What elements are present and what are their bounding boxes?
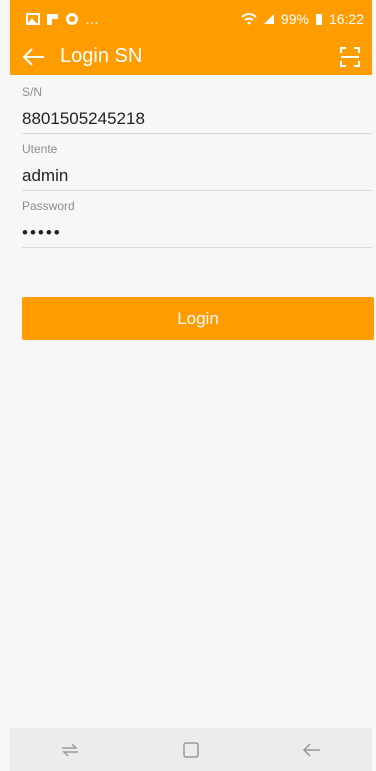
username-input[interactable]: admin [22, 162, 372, 190]
more-dots-icon: … [85, 11, 99, 27]
battery-percent: 99% [280, 11, 309, 27]
whatsapp-icon [66, 13, 78, 25]
username-field[interactable]: Utente admin [22, 142, 372, 191]
recent-apps-icon[interactable] [52, 736, 88, 764]
sn-label: S/N [22, 85, 43, 99]
android-nav-bar [10, 728, 372, 771]
username-label: Utente [22, 142, 58, 156]
page-title: Login SN [60, 45, 143, 67]
status-left-icons: … [26, 11, 99, 27]
sn-input[interactable]: 8801505245218 [22, 105, 372, 133]
back-icon[interactable] [294, 736, 330, 764]
status-right-icons: 99% 16:22 [241, 11, 364, 27]
sn-field[interactable]: S/N 8801505245218 [22, 85, 372, 134]
login-form: S/N 8801505245218 Utente admin Password … [22, 85, 372, 256]
app-bar: Login SN [10, 38, 372, 75]
password-field[interactable]: Password ••••• [22, 199, 372, 248]
back-arrow-icon[interactable] [20, 46, 48, 68]
status-bar: … 99% 16:22 [10, 0, 372, 38]
flipboard-icon [47, 13, 58, 25]
home-icon[interactable] [173, 736, 209, 764]
signal-icon [263, 14, 274, 24]
battery-icon [315, 13, 322, 25]
image-icon [26, 13, 40, 25]
password-label: Password [22, 199, 75, 213]
clock: 16:22 [328, 11, 364, 27]
password-input[interactable]: ••••• [22, 219, 372, 247]
login-button[interactable]: Login [22, 297, 374, 340]
scan-qr-icon[interactable] [338, 45, 362, 69]
wifi-icon [241, 13, 257, 25]
